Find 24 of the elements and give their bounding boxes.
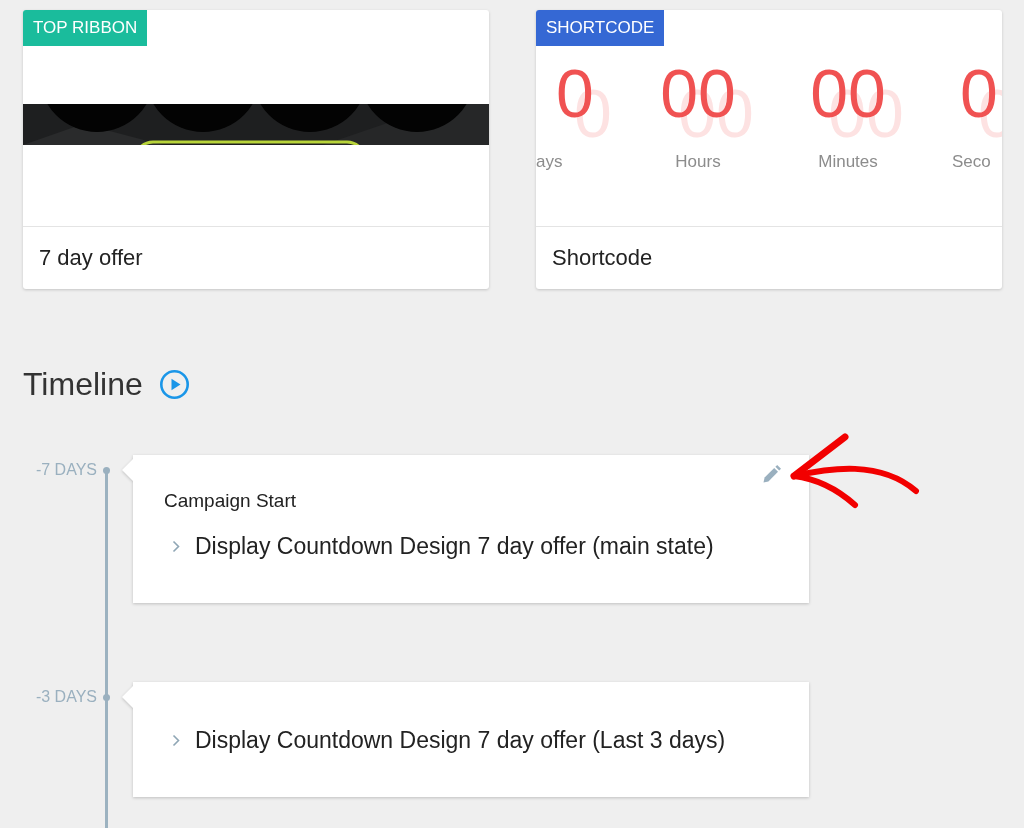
countdown-digits: 00	[660, 59, 737, 133]
countdown-label: Seco	[952, 152, 991, 172]
timeline-offset-label: -7 DAYS	[34, 460, 97, 480]
category-badge: SHORTCODE	[536, 10, 665, 46]
template-name: 7 day offer	[39, 245, 143, 271]
timeline-dot-icon	[103, 467, 110, 474]
timeline-offset-label: -3 DAYS	[34, 687, 97, 707]
timeline-dot-icon	[103, 694, 110, 701]
event-title: Campaign Start	[164, 489, 296, 513]
action-item[interactable]: Display Countdown Design 7 day offer (main state)	[172, 531, 714, 561]
template-name: Shortcode	[552, 245, 653, 271]
section-title: Timeline	[23, 365, 143, 404]
countdown-label: Hours	[675, 152, 721, 172]
countdown-digits: 00	[810, 59, 887, 133]
play-icon[interactable]	[159, 369, 189, 399]
template-card[interactable]: TOP RIBBON 7 day offer	[23, 10, 489, 289]
action-item[interactable]: Display Countdown Design 7 day offer (Last 3 days)	[172, 725, 726, 755]
countdown-digits: 0	[960, 59, 999, 133]
pencil-icon[interactable]	[762, 464, 782, 484]
countdown-digits: 0	[556, 59, 595, 133]
template-card[interactable]: 0 ays 00 Hours 00 Minutes 0 Seco SHORTCODE Shortcode	[536, 10, 1002, 289]
countdown-label: Minutes	[818, 152, 878, 172]
category-badge: TOP RIBBON	[23, 10, 148, 46]
countdown-label: ays	[536, 152, 563, 172]
